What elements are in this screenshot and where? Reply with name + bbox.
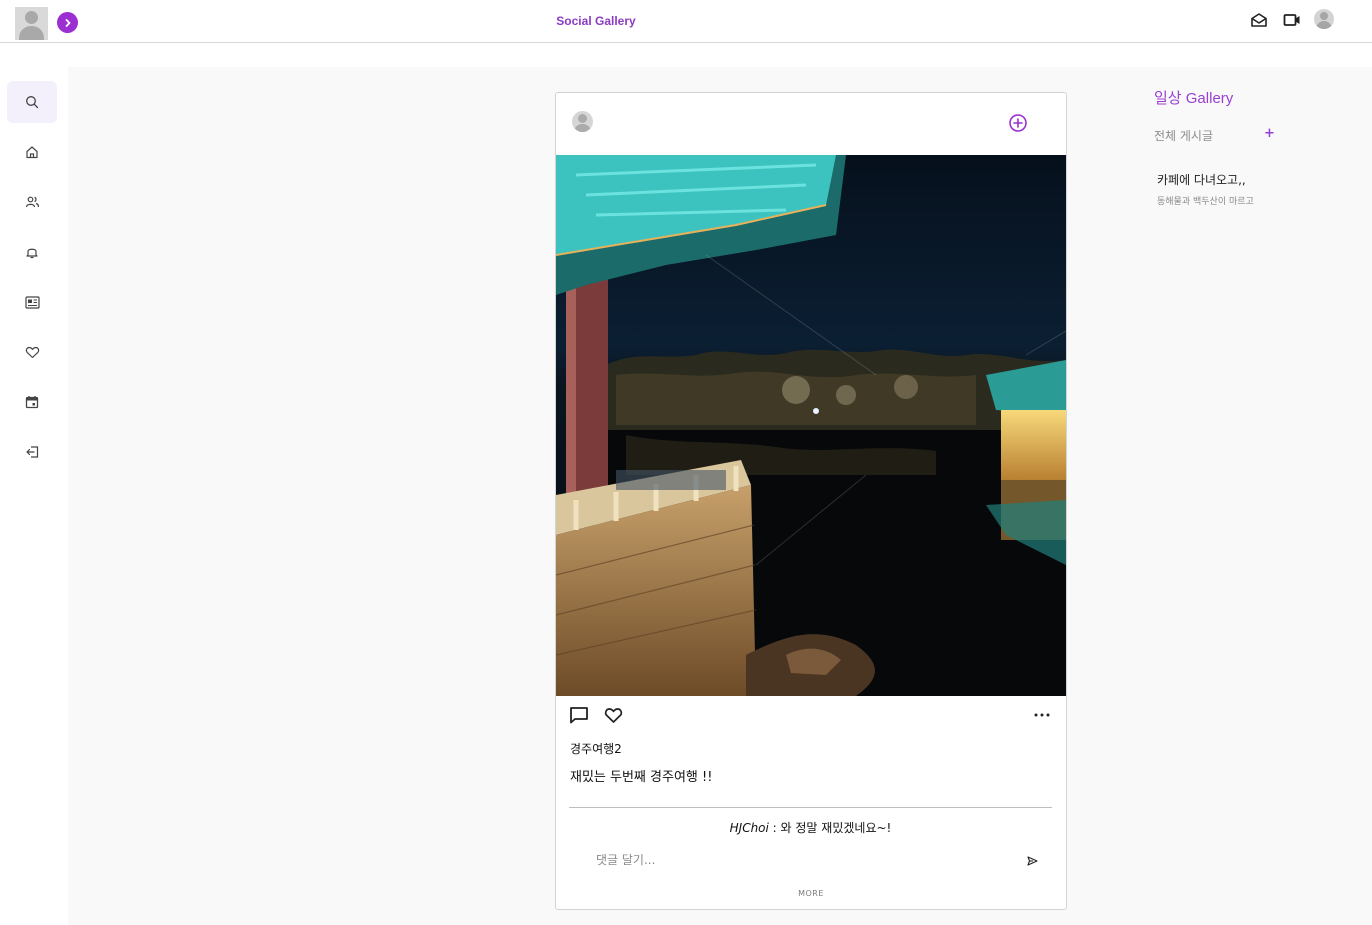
send-icon [1027, 856, 1038, 866]
logout-icon [25, 446, 38, 458]
calendar-icon [25, 396, 39, 409]
nav-home[interactable] [7, 131, 57, 173]
left-sidebar [0, 67, 68, 925]
like-button[interactable] [602, 705, 624, 725]
nav-notifications[interactable] [7, 231, 57, 273]
add-gallery-post-button[interactable]: + [1264, 126, 1275, 141]
post-photo[interactable] [556, 155, 1066, 696]
comment-text: 와 정말 재밌겠네요~! [780, 821, 892, 835]
search-icon [26, 96, 39, 109]
comment-separator: : [768, 821, 781, 835]
friends-icon [25, 196, 39, 208]
more-comments-button[interactable]: MORE [556, 889, 1066, 898]
send-comment-button[interactable] [1026, 852, 1040, 866]
bell-icon [26, 248, 38, 259]
user-avatar[interactable] [15, 7, 48, 40]
nav-search[interactable] [7, 81, 57, 123]
gallery-post-subtitle: 동해물과 백두산이 마르고 [1157, 197, 1254, 207]
drafts-icon[interactable] [1249, 10, 1269, 30]
top-header: Social Gallery [0, 0, 1372, 43]
comment-button[interactable] [568, 705, 590, 725]
chevron-right-icon [65, 18, 70, 27]
post-author-avatar[interactable] [572, 111, 593, 132]
nav-friends[interactable] [7, 181, 57, 223]
heart-icon [604, 707, 622, 723]
news-icon [24, 295, 40, 309]
comment-item: HJChoi : 와 정말 재밌겠네요~! [569, 819, 1052, 836]
app-title: Social Gallery [556, 14, 636, 28]
night-palace-photo [556, 155, 1066, 696]
heart-icon [25, 346, 39, 358]
gallery-title: 일상 Gallery [1154, 90, 1234, 107]
post-body: 재밌는 두번째 경주여행 !! [570, 770, 713, 785]
nav-logout[interactable] [7, 431, 57, 473]
video-icon[interactable] [1282, 10, 1302, 30]
gallery-post-title[interactable]: 카페에 다녀오고,, [1157, 171, 1246, 188]
comment-author[interactable]: HJChoi [730, 821, 769, 835]
account-icon[interactable] [1314, 9, 1334, 29]
expand-sidebar-button[interactable] [57, 12, 78, 33]
divider [569, 807, 1052, 808]
add-circle-icon [1009, 114, 1027, 132]
add-post-button[interactable] [1007, 112, 1029, 134]
more-horiz-icon [1034, 713, 1050, 717]
comment-icon [570, 707, 588, 724]
nav-calendar[interactable] [7, 381, 57, 423]
home-icon [26, 146, 38, 159]
comment-input[interactable] [596, 849, 1016, 871]
post-title: 경주여행2 [570, 742, 622, 756]
post-card: 경주여행2 재밌는 두번째 경주여행 !! HJChoi : 와 정말 재밌겠네… [555, 92, 1067, 910]
nav-news[interactable] [7, 281, 57, 323]
nav-likes[interactable] [7, 331, 57, 373]
post-options-button[interactable] [1031, 705, 1053, 725]
all-posts-link[interactable]: 전체 게시글 [1154, 127, 1213, 144]
